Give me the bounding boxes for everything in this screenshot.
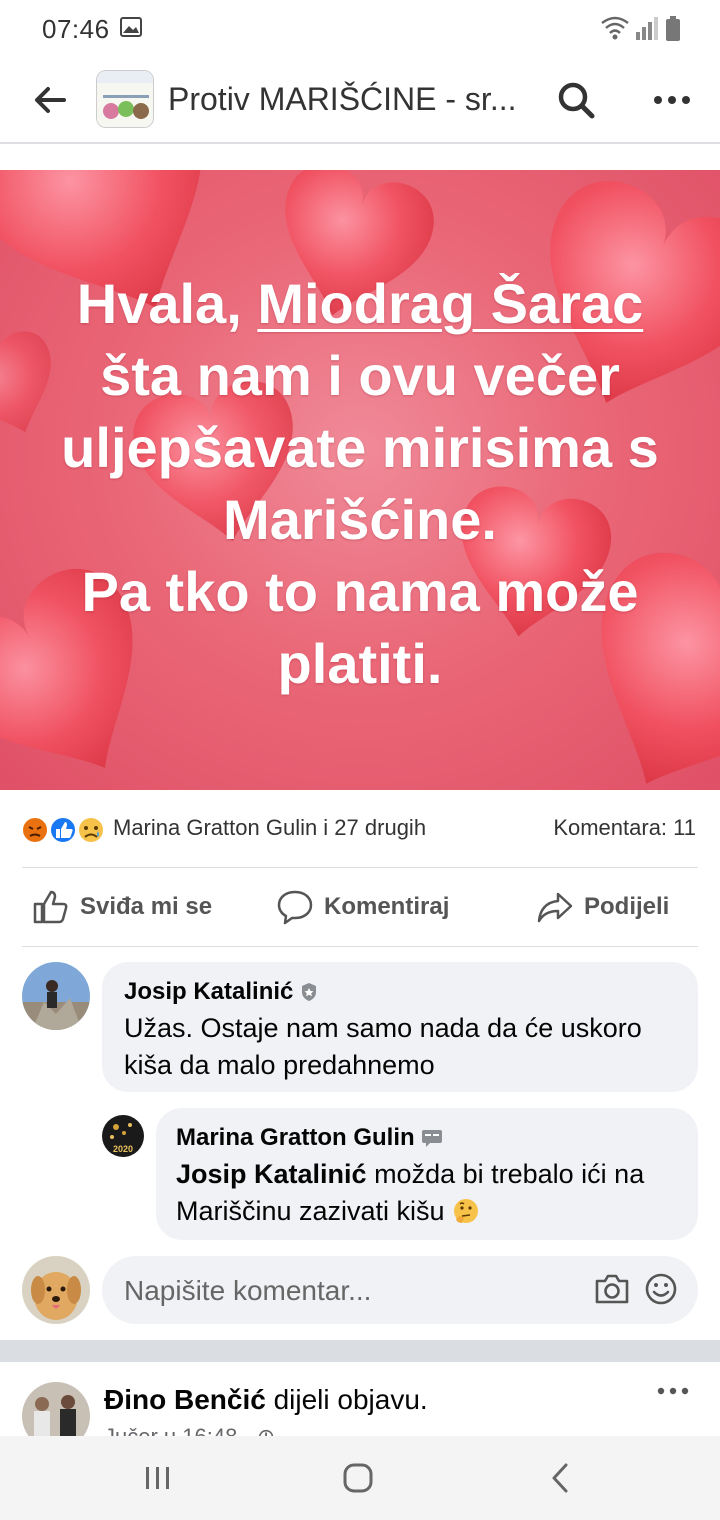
post-text-line: šta nam i ovu večer [100, 344, 620, 407]
comment-input[interactable]: Napišite komentar... [102, 1256, 698, 1324]
post-text-line: Pa tko to nama može [81, 560, 639, 623]
more-options-icon[interactable] [650, 80, 694, 120]
reply-author[interactable]: Marina Gratton Gulin [176, 1124, 443, 1152]
share-arrow-icon [537, 892, 573, 923]
angry-reaction-icon [21, 816, 49, 844]
gallery-notification-icon [120, 17, 142, 37]
divider [22, 946, 698, 947]
thumbs-up-icon [33, 890, 68, 924]
post-action-bar: Sviđa mi se Komentiraj Podijeli [0, 868, 720, 946]
reply-bubble: Marina Gratton Gulin Josip Katalinić mož… [156, 1108, 698, 1240]
comment-author-name: Josip Katalinić [124, 978, 294, 1005]
avatar-photo [22, 962, 90, 1030]
signal-icon [636, 17, 658, 40]
wifi-icon [601, 16, 629, 40]
top-fan-badge-icon [421, 1130, 442, 1147]
post-text-greeting: Hvala, [76, 272, 258, 335]
next-post-meta[interactable]: Jučer u 16:48 · ⊕ [104, 1424, 275, 1436]
system-navigation-bar [0, 1436, 720, 1520]
post-text-line: platiti. [277, 632, 443, 695]
comment-text: Užas. Ostaje nam samo nada da će uskoro … [124, 1013, 642, 1080]
share-button[interactable]: Podijeli [536, 886, 669, 928]
avatar-photo: 2020 [102, 1115, 144, 1157]
reply-author-name: Marina Gratton Gulin [176, 1124, 415, 1151]
avatar-photo [22, 1256, 90, 1324]
reply-author-avatar[interactable]: 2020 [102, 1115, 144, 1157]
recent-apps-icon[interactable] [144, 1464, 172, 1492]
battery-icon [666, 16, 680, 41]
thinking-emoji-icon [454, 1199, 479, 1223]
reaction-icons[interactable] [20, 815, 110, 845]
commenter-avatar[interactable] [22, 962, 90, 1030]
comment-input-placeholder: Napišite komentar... [124, 1275, 372, 1306]
next-post-action: dijeli objavu. [265, 1384, 428, 1415]
comment-bubble: Josip Katalinić Užas. Ostaje nam samo na… [102, 962, 698, 1092]
group-title[interactable]: Protiv MARIŠĆINE - sr... [168, 81, 516, 118]
reactions-summary: Marina Gratton Gulin i 27 drugih Komenta… [0, 795, 720, 865]
like-button[interactable]: Sviđa mi se [32, 886, 212, 928]
comment-label: Komentiraj [324, 893, 450, 920]
back-arrow-icon[interactable] [28, 78, 72, 122]
next-post-author-line: Đino Benčić dijeli objavu. [104, 1384, 428, 1416]
status-bar: 07:46 [0, 0, 720, 56]
reactors-text[interactable]: Marina Gratton Gulin i 27 drugih [113, 815, 426, 841]
emoji-icon[interactable] [644, 1272, 678, 1306]
back-nav-icon[interactable] [548, 1462, 572, 1494]
next-post-author-avatar[interactable] [22, 1382, 90, 1436]
status-indicators [601, 16, 680, 41]
post-text-mention[interactable]: Miodrag Šarac [257, 272, 643, 335]
avatar-photo [22, 1382, 90, 1436]
group-avatar[interactable] [96, 70, 154, 128]
feed-separator [0, 1340, 720, 1362]
comment-author[interactable]: Josip Katalinić [124, 978, 319, 1006]
group-logo-image [97, 71, 153, 127]
current-user-avatar[interactable] [22, 1256, 90, 1324]
next-post-more-icon[interactable] [656, 1384, 690, 1398]
like-label: Sviđa mi se [80, 893, 213, 920]
comment-icon [277, 890, 313, 925]
home-icon[interactable] [342, 1462, 374, 1494]
group-header: Protiv MARIŠĆINE - sr... [0, 56, 720, 144]
search-icon[interactable] [554, 78, 598, 122]
post-image-text: Hvala, Miodrag Šarac šta nam i ovu večer… [30, 268, 690, 700]
reply-mention[interactable]: Josip Katalinić [176, 1159, 367, 1189]
like-reaction-icon [49, 816, 77, 844]
reply-text: Josip Katalinić možda bi trebalo ići na … [176, 1156, 686, 1230]
comments-count[interactable]: Komentara: 11 [553, 815, 696, 841]
next-post-header: Đino Benčić dijeli objavu. Jučer u 16:48… [0, 1362, 720, 1436]
moderator-badge-icon [302, 983, 317, 1001]
post-text-line: uljepšavate mirisima s [61, 416, 659, 479]
sad-reaction-icon [77, 816, 105, 844]
post-text-line: Marišćine. [223, 488, 497, 551]
comment-button[interactable]: Komentiraj [276, 886, 449, 928]
camera-icon[interactable] [594, 1272, 630, 1306]
share-label: Podijeli [584, 893, 670, 920]
next-post-author[interactable]: Đino Benčić [104, 1384, 266, 1415]
avatar-caption: 2020 [113, 1144, 133, 1154]
status-time: 07:46 [42, 14, 110, 44]
